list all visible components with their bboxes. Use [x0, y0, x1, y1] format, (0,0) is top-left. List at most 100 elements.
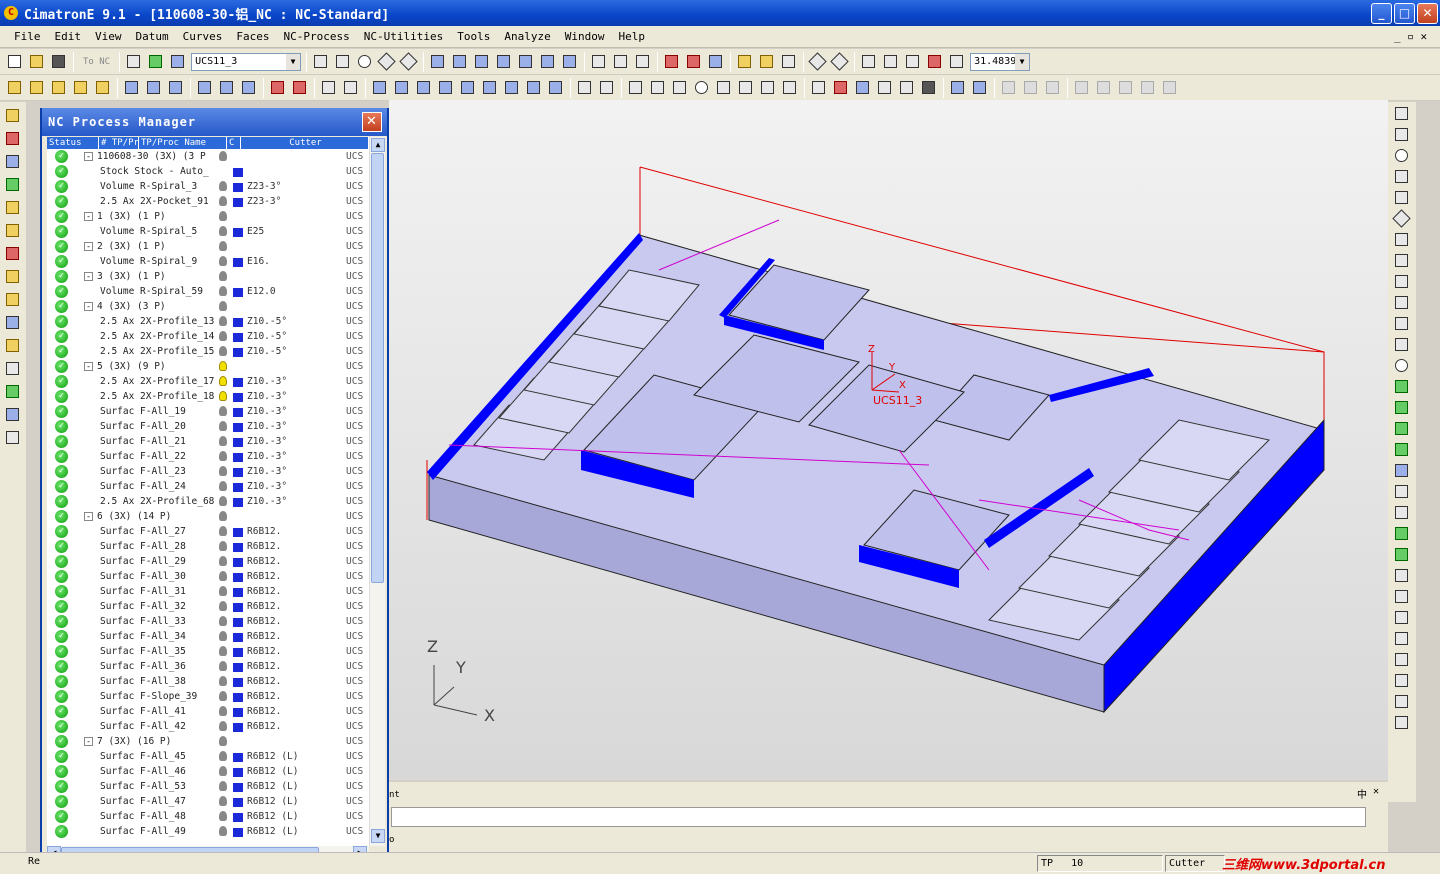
pick-icon[interactable]: [341, 79, 361, 97]
axis-2-icon[interactable]: [144, 79, 164, 97]
settings-icon[interactable]: [947, 53, 967, 71]
nc-tool-6-icon[interactable]: [3, 222, 23, 240]
rotate-icon[interactable]: [399, 51, 419, 71]
expand-toggle-icon[interactable]: -: [84, 512, 93, 521]
visibility-bulb-icon[interactable]: [219, 601, 227, 611]
sheet-icon[interactable]: [903, 53, 923, 71]
menu-faces[interactable]: Faces: [229, 30, 276, 43]
view-left-icon[interactable]: [516, 53, 536, 71]
nc-tool-12-icon[interactable]: [3, 360, 23, 378]
chevron-down-icon[interactable]: ▼: [286, 53, 301, 70]
render-shaded-icon[interactable]: [589, 53, 609, 71]
grid-icon[interactable]: [758, 79, 778, 97]
visibility-bulb-icon[interactable]: [219, 196, 227, 206]
col-tp-number[interactable]: # TP/Pr: [99, 137, 139, 149]
surface-icon[interactable]: [1392, 420, 1412, 438]
nc-tree-row[interactable]: ✓ Stock Stock - Auto_ UCS: [47, 164, 369, 179]
nc-tool-4-icon[interactable]: [3, 176, 23, 194]
visibility-bulb-icon[interactable]: [219, 796, 227, 806]
curve-7-icon[interactable]: [502, 79, 522, 97]
expand-toggle-icon[interactable]: -: [84, 302, 93, 311]
nc-tree-row[interactable]: ✓ Surfac F-All_47 R6B12 (L) UCS: [47, 794, 369, 809]
visibility-bulb-icon[interactable]: [219, 286, 227, 296]
view-iso-icon[interactable]: [428, 53, 448, 71]
close-button[interactable]: ✕: [1417, 3, 1438, 24]
visibility-bulb-icon[interactable]: [219, 766, 227, 776]
curve-8-icon[interactable]: [524, 79, 544, 97]
fill-icon[interactable]: [970, 79, 990, 97]
disabled-tool-6-icon[interactable]: [1116, 79, 1136, 97]
visibility-bulb-icon[interactable]: [219, 346, 227, 356]
zoom-icon[interactable]: [355, 53, 375, 71]
view-top-icon[interactable]: [450, 53, 470, 71]
surface-11-icon[interactable]: [1392, 630, 1412, 648]
disabled-tool-7-icon[interactable]: [1138, 79, 1158, 97]
nc-tree-row[interactable]: ✓ -4 (3X) (3 P) UCS: [47, 299, 369, 314]
surface-15-icon[interactable]: [1392, 714, 1412, 732]
visibility-bulb-icon[interactable]: [219, 706, 227, 716]
zoom-all-icon[interactable]: [311, 53, 331, 71]
face-3-icon[interactable]: [49, 79, 69, 97]
visibility-bulb-icon[interactable]: [219, 811, 227, 821]
nc-tree-row[interactable]: ✓ Volume R-Spiral_3 Z23-3° UCS: [47, 179, 369, 194]
chevron-down-icon[interactable]: ▼: [1015, 53, 1030, 70]
visibility-bulb-icon[interactable]: [219, 466, 227, 476]
nc-tool-9-icon[interactable]: [3, 291, 23, 309]
nc-tree-row[interactable]: ✓ -5 (3X) (9 P) UCS: [47, 359, 369, 374]
nc-tree-row[interactable]: ✓ Surfac F-All_38 R6B12. UCS: [47, 674, 369, 689]
visibility-bulb-icon[interactable]: [219, 691, 227, 701]
point-tool-icon[interactable]: [1392, 273, 1412, 291]
filter-icon[interactable]: [662, 53, 682, 71]
nc-tree-row[interactable]: ✓ 2.5 Ax 2X-Profile_14 Z10.-5° UCS: [47, 329, 369, 344]
maximize-button[interactable]: □: [1394, 3, 1415, 24]
nc-tree-row[interactable]: ✓ 2.5 Ax 2X-Profile_17 Z10.-3° UCS: [47, 374, 369, 389]
pin-icon[interactable]: 中: [1357, 786, 1367, 801]
print-icon[interactable]: [124, 53, 144, 71]
visibility-bulb-icon[interactable]: [219, 181, 227, 191]
visibility-bulb-icon[interactable]: [219, 271, 227, 281]
sketch-icon[interactable]: [575, 79, 595, 97]
pen-icon[interactable]: [875, 79, 895, 97]
line-tool-icon[interactable]: [1392, 105, 1412, 123]
offset-tool-icon[interactable]: [1392, 231, 1412, 249]
nc-tree-row[interactable]: ✓ Surfac F-All_46 R6B12 (L) UCS: [47, 764, 369, 779]
nc-tree-row[interactable]: ✓ -7 (3X) (16 P) UCS: [47, 734, 369, 749]
visibility-bulb-icon[interactable]: [219, 151, 227, 161]
surface-6-icon[interactable]: [1392, 525, 1412, 543]
scroll-up-icon[interactable]: ▲: [371, 138, 385, 152]
menu-file[interactable]: File: [0, 30, 48, 43]
surface-2-icon[interactable]: [1392, 441, 1412, 459]
nc-manager-close-button[interactable]: ✕: [362, 112, 382, 132]
spline-tool-icon[interactable]: [1392, 189, 1412, 207]
menu-nc-process[interactable]: NC-Process: [277, 30, 357, 43]
nc-tree-row[interactable]: ✓ Surfac F-All_30 R6B12. UCS: [47, 569, 369, 584]
mdi-controls[interactable]: _ ▫ ✕: [1394, 30, 1427, 43]
nc-tree-row[interactable]: ✓ Surfac F-All_29 R6B12. UCS: [47, 554, 369, 569]
face-icon[interactable]: [5, 79, 25, 97]
menu-analyze[interactable]: Analyze: [497, 30, 557, 43]
surface-14-icon[interactable]: [1392, 693, 1412, 711]
render-wire-icon[interactable]: [611, 53, 631, 71]
visibility-bulb-icon[interactable]: [219, 256, 227, 266]
layer-icon[interactable]: [706, 53, 726, 71]
mirror-tool-icon[interactable]: [1392, 252, 1412, 270]
nc-tree-row[interactable]: ✓ Surfac F-All_48 R6B12 (L) UCS: [47, 809, 369, 824]
menu-tools[interactable]: Tools: [450, 30, 497, 43]
axis-3-icon[interactable]: [166, 79, 186, 97]
circle-tool-icon[interactable]: [1392, 147, 1412, 165]
view-back-icon[interactable]: [538, 53, 558, 71]
line-tool-2-icon[interactable]: [1392, 126, 1412, 144]
nc-tree-row[interactable]: ✓ Volume R-Spiral_59 E12.0 UCS: [47, 284, 369, 299]
expand-toggle-icon[interactable]: -: [84, 152, 93, 161]
nc-tree-row[interactable]: ✓ Volume R-Spiral_9 E16. UCS: [47, 254, 369, 269]
circle-icon[interactable]: [692, 79, 712, 97]
nc-tree-row[interactable]: ✓ 2.5 Ax 2X-Profile_18 Z10.-3° UCS: [47, 389, 369, 404]
nc-tool-13-icon[interactable]: [3, 383, 23, 401]
visibility-bulb-icon[interactable]: [219, 481, 227, 491]
expand-toggle-icon[interactable]: -: [84, 362, 93, 371]
select-icon[interactable]: [319, 79, 339, 97]
filter-2-icon[interactable]: [684, 53, 704, 71]
zoom-window-icon[interactable]: [333, 53, 353, 71]
visibility-bulb-icon[interactable]: [219, 436, 227, 446]
nc-tool-15-icon[interactable]: [3, 429, 23, 447]
